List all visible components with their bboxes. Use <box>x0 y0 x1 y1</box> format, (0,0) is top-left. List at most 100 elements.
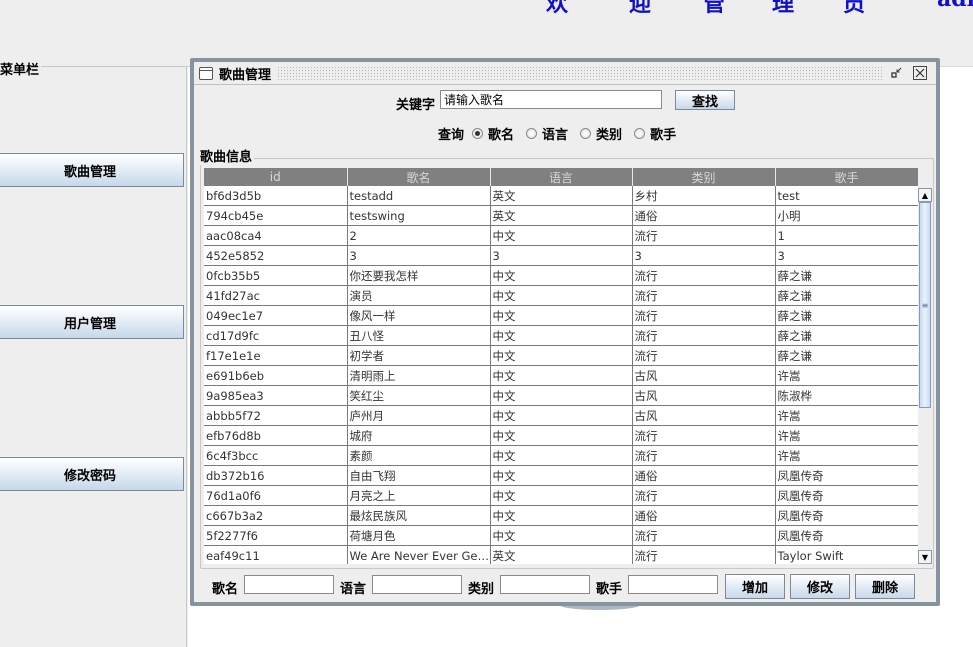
titlebar-drag-area[interactable] <box>277 66 884 80</box>
cell-id[interactable]: db372b16 <box>204 465 348 486</box>
cell-language[interactable]: 英文 <box>490 545 633 564</box>
cell-language[interactable]: 中文 <box>490 485 633 506</box>
cell-singer[interactable]: 陈淑桦 <box>775 385 918 406</box>
cell-song-name[interactable]: 荷塘月色 <box>347 525 491 546</box>
column-header-singer[interactable]: 歌手 <box>775 168 918 186</box>
cell-song-name[interactable]: testswing <box>347 205 491 226</box>
cell-language[interactable]: 英文 <box>490 186 633 206</box>
cell-language[interactable]: 中文 <box>490 305 633 326</box>
cell-singer[interactable]: 凤凰传奇 <box>775 465 918 486</box>
cell-language[interactable]: 中文 <box>490 505 633 526</box>
column-header-id[interactable]: id <box>204 168 348 186</box>
table-row[interactable]: bf6d3d5b testadd 英文 乡村 test <box>204 186 918 206</box>
cell-singer[interactable]: 3 <box>775 245 918 266</box>
cell-song-name[interactable]: testadd <box>347 186 491 206</box>
cell-id[interactable]: 0fcb35b5 <box>204 265 348 286</box>
cell-language[interactable]: 中文 <box>490 385 633 406</box>
cell-id[interactable]: efb76d8b <box>204 425 348 446</box>
cell-song-name[interactable]: 月亮之上 <box>347 485 491 506</box>
cell-id[interactable]: 794cb45e <box>204 205 348 226</box>
cell-id[interactable]: abbb5f72 <box>204 405 348 426</box>
cell-category[interactable]: 古风 <box>632 385 776 406</box>
cell-id[interactable]: 5f2277f6 <box>204 525 348 546</box>
cell-id[interactable]: 452e5852 <box>204 245 348 266</box>
sidebar-item-song-management[interactable]: 歌曲管理 <box>0 153 184 187</box>
cell-id[interactable]: bf6d3d5b <box>204 186 348 206</box>
cell-song-name[interactable]: 笑红尘 <box>347 385 491 406</box>
cell-singer[interactable]: 1 <box>775 225 918 246</box>
radio-category[interactable]: 类别 <box>580 124 622 143</box>
cell-singer[interactable]: 许嵩 <box>775 445 918 466</box>
cell-category[interactable]: 流行 <box>632 225 776 246</box>
language-input[interactable] <box>372 575 462 594</box>
category-input[interactable] <box>500 575 590 594</box>
table-row[interactable]: 794cb45e testswing 英文 通俗 小明 <box>204 205 918 226</box>
cell-language[interactable]: 中文 <box>490 365 633 386</box>
cell-song-name[interactable]: 庐州月 <box>347 405 491 426</box>
cell-id[interactable]: 6c4f3bcc <box>204 445 348 466</box>
cell-id[interactable]: c667b3a2 <box>204 505 348 526</box>
cell-singer[interactable]: Taylor Swift <box>775 545 918 564</box>
song-name-input[interactable] <box>244 575 334 594</box>
column-header-song-name[interactable]: 歌名 <box>347 168 491 186</box>
scroll-up-icon[interactable]: ▲ <box>918 188 932 202</box>
radio-singer[interactable]: 歌手 <box>634 124 676 143</box>
cell-song-name[interactable]: We Are Never Ever Getti... <box>347 545 491 564</box>
table-row[interactable]: db372b16 自由飞翔 中文 通俗 凤凰传奇 <box>204 465 918 486</box>
cell-category[interactable]: 流行 <box>632 305 776 326</box>
table-row[interactable]: aac08ca4 2 中文 流行 1 <box>204 225 918 246</box>
column-header-category[interactable]: 类别 <box>632 168 776 186</box>
table-row[interactable]: efb76d8b 城府 中文 流行 许嵩 <box>204 425 918 446</box>
cell-singer[interactable]: 薛之谦 <box>775 325 918 346</box>
table-scrollbar[interactable]: ▲ ≡ ▼ <box>918 188 932 564</box>
cell-id[interactable]: 9a985ea3 <box>204 385 348 406</box>
cell-singer[interactable]: 凤凰传奇 <box>775 505 918 526</box>
cell-language[interactable]: 中文 <box>490 285 633 306</box>
find-button[interactable]: 查找 <box>675 90 735 110</box>
cell-singer[interactable]: 薛之谦 <box>775 285 918 306</box>
delete-button[interactable]: 删除 <box>855 574 915 599</box>
cell-language[interactable]: 中文 <box>490 325 633 346</box>
table-row[interactable]: 452e5852 3 3 3 3 <box>204 245 918 266</box>
cell-category[interactable]: 古风 <box>632 365 776 386</box>
cell-category[interactable]: 古风 <box>632 405 776 426</box>
cell-category[interactable]: 通俗 <box>632 205 776 226</box>
cell-singer[interactable]: 小明 <box>775 205 918 226</box>
close-icon[interactable] <box>913 66 927 80</box>
restore-icon[interactable] <box>890 66 904 80</box>
cell-category[interactable]: 流行 <box>632 325 776 346</box>
table-row[interactable]: 0fcb35b5 你还要我怎样 中文 流行 薛之谦 <box>204 265 918 286</box>
cell-language[interactable]: 中文 <box>490 465 633 486</box>
cell-id[interactable]: f17e1e1e <box>204 345 348 366</box>
table-row[interactable]: 5f2277f6 荷塘月色 中文 流行 凤凰传奇 <box>204 525 918 546</box>
table-row[interactable]: f17e1e1e 初学者 中文 流行 薛之谦 <box>204 345 918 366</box>
cell-singer[interactable]: 薛之谦 <box>775 265 918 286</box>
cell-id[interactable]: 41fd27ac <box>204 285 348 306</box>
cell-language[interactable]: 3 <box>490 245 633 266</box>
cell-song-name[interactable]: 自由飞翔 <box>347 465 491 486</box>
cell-id[interactable]: eaf49c11 <box>204 545 348 564</box>
cell-song-name[interactable]: 3 <box>347 245 491 266</box>
cell-id[interactable]: 049ec1e7 <box>204 305 348 326</box>
cell-category[interactable]: 通俗 <box>632 465 776 486</box>
cell-singer[interactable]: test <box>775 186 918 206</box>
table-row[interactable]: cd17d9fc 丑八怪 中文 流行 薛之谦 <box>204 325 918 346</box>
scroll-down-icon[interactable]: ▼ <box>918 550 932 564</box>
cell-id[interactable]: aac08ca4 <box>204 225 348 246</box>
cell-language[interactable]: 中文 <box>490 525 633 546</box>
cell-id[interactable]: 76d1a0f6 <box>204 485 348 506</box>
cell-category[interactable]: 3 <box>632 245 776 266</box>
singer-input[interactable] <box>628 575 718 594</box>
cell-singer[interactable]: 凤凰传奇 <box>775 485 918 506</box>
cell-song-name[interactable]: 丑八怪 <box>347 325 491 346</box>
cell-category[interactable]: 乡村 <box>632 186 776 206</box>
sidebar-item-change-password[interactable]: 修改密码 <box>0 457 184 491</box>
window-titlebar[interactable]: 歌曲管理 <box>194 62 936 85</box>
cell-category[interactable]: 流行 <box>632 445 776 466</box>
cell-category[interactable]: 流行 <box>632 425 776 446</box>
cell-category[interactable]: 流行 <box>632 545 776 564</box>
cell-category[interactable]: 通俗 <box>632 505 776 526</box>
cell-song-name[interactable]: 最炫民族风 <box>347 505 491 526</box>
cell-singer[interactable]: 许嵩 <box>775 365 918 386</box>
table-row[interactable]: abbb5f72 庐州月 中文 古风 许嵩 <box>204 405 918 426</box>
